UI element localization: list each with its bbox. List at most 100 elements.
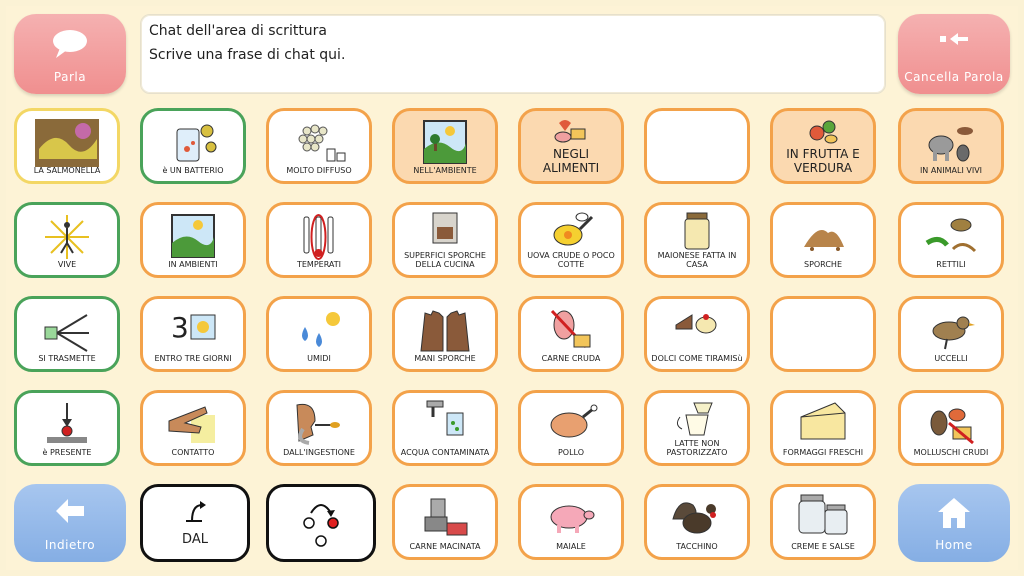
tile-dirty[interactable]: SPORCHE xyxy=(770,202,876,278)
hand-touch-icon xyxy=(168,406,215,443)
shellfish-icon xyxy=(930,408,974,445)
present-here-icon xyxy=(47,403,87,443)
chat-placeholder: Scrive una frase di chat qui. xyxy=(149,47,346,63)
tile-label: IN ANIMALI VIVI xyxy=(919,166,983,175)
tile-temperate[interactable]: TEMPERATI xyxy=(266,202,372,278)
tile-label: ACQUA CONTAMINATA xyxy=(400,448,490,457)
food-icon xyxy=(554,120,586,143)
tile-label: MOLTO DIFFUSO xyxy=(286,166,352,175)
tile-within-three-days[interactable]: 3 ENTRO TRE GIORNI xyxy=(140,296,246,372)
tile-birds[interactable]: UCCELLI xyxy=(898,296,1004,372)
tile-label: FORMAGGI FRESCHI xyxy=(782,448,864,457)
backspace-icon xyxy=(940,33,968,45)
milk-jug-icon xyxy=(676,402,713,436)
tile-homemade-mayo[interactable]: MAIONESE FATTA IN CASA xyxy=(644,202,750,278)
tile-bacterium[interactable]: è UN BATTERIO xyxy=(140,108,246,184)
lives-sun-figure-icon xyxy=(45,215,89,259)
tile-label: MOLLUSCHI CRUDI xyxy=(913,448,989,457)
speak-label: Parla xyxy=(53,70,87,84)
water-tap-icon xyxy=(426,400,464,436)
tile-label: è PRESENTE xyxy=(42,448,92,457)
tile-raw-shellfish[interactable]: MOLLUSCHI CRUDI xyxy=(898,390,1004,466)
tile-environment[interactable]: NELL'AMBIENTE xyxy=(392,108,498,184)
kitchen-surface-icon xyxy=(432,212,458,244)
tile-in-environments[interactable]: IN AMBIENTI xyxy=(140,202,246,278)
tile-label: TEMPERATI xyxy=(296,260,342,269)
home-icon xyxy=(938,498,970,528)
tile-label: è UN BATTERIO xyxy=(162,166,224,175)
home-label: Home xyxy=(935,538,973,552)
curved-arrow-icon xyxy=(186,501,206,522)
raw-meat-icon xyxy=(550,309,591,349)
turkey-icon xyxy=(672,502,716,534)
tile-raw-meat[interactable]: CARNE CRUDA xyxy=(518,296,624,372)
back-label: Indietro xyxy=(44,538,96,552)
pig-icon xyxy=(550,505,595,533)
tile-contact[interactable]: CONTATTO xyxy=(140,390,246,466)
tile-creams-sauces[interactable]: CREME E SALSE xyxy=(770,484,876,560)
tile-in-food[interactable]: NEGLI ALIMENTI xyxy=(518,108,624,184)
tile-ingestion[interactable]: DALL'INGESTIONE xyxy=(266,390,372,466)
arrow-left-icon xyxy=(56,499,84,523)
tile-salmonella[interactable]: LA SALMONELLA xyxy=(14,108,120,184)
animals-icon xyxy=(928,127,973,162)
tile-reptiles[interactable]: RETTILI xyxy=(898,202,1004,278)
tile-live-animals[interactable]: IN ANIMALI VIVI xyxy=(898,108,1004,184)
tile-from[interactable]: DAL xyxy=(140,484,250,562)
tile-humid[interactable]: UMIDI xyxy=(266,296,372,372)
tile-desserts[interactable]: DOLCI COME TIRAMISù xyxy=(644,296,750,372)
svg-text:3: 3 xyxy=(171,311,189,344)
tile-fruit-vegetables[interactable]: IN FRUTTA E VERDURA xyxy=(770,108,876,184)
tile-widespread[interactable]: MOLTO DIFFUSO xyxy=(266,108,372,184)
tile-transfer[interactable] xyxy=(266,484,376,562)
jars-icon xyxy=(798,494,848,535)
tile-label: SPORCHE xyxy=(803,260,842,269)
tile-is-present[interactable]: è PRESENTE xyxy=(14,390,120,466)
tile-raw-eggs[interactable]: UOVA CRUDE O POCO COTTE xyxy=(518,202,624,278)
tile-chicken[interactable]: POLLO xyxy=(518,390,624,466)
tile-dirty-kitchen-surfaces[interactable]: SUPERFICI SPORCHE DELLA CUCINA xyxy=(392,202,498,278)
tile-label: MAIALE xyxy=(556,542,586,551)
chat-text-area[interactable]: Chat dell'area di scrittura Scrive una f… xyxy=(140,14,886,94)
landscape-icon xyxy=(171,214,215,258)
fruit-vegetables-icon xyxy=(809,120,838,144)
tile-fresh-cheese[interactable]: FORMAGGI FRESCHI xyxy=(770,390,876,466)
tile-label: CREME E SALSE xyxy=(791,542,855,551)
bacteria-jar-icon xyxy=(176,124,217,162)
tile-turkey[interactable]: TACCHINO xyxy=(644,484,750,560)
tile-transmits[interactable]: SI TRASMETTE xyxy=(14,296,120,372)
tile-label: DOLCI COME TIRAMISù xyxy=(651,354,743,363)
roast-chicken-icon xyxy=(550,404,598,438)
tile-label: IN AMBIENTI xyxy=(168,260,218,269)
tile-label: UCCELLI xyxy=(934,354,968,363)
fried-egg-pan-icon xyxy=(553,212,594,246)
mayonnaise-jar-icon xyxy=(684,212,710,250)
cheese-wedge-icon xyxy=(800,402,846,440)
tile-empty-1[interactable] xyxy=(644,108,750,184)
many-dots-icon xyxy=(298,124,346,162)
meat-grinder-icon xyxy=(424,498,468,536)
tile-dirty-hands[interactable]: MANI SPORCHE xyxy=(392,296,498,372)
tile-label: UOVA CRUDE O POCO COTTE xyxy=(527,251,615,269)
tile-lives[interactable]: VIVE xyxy=(14,202,120,278)
landscape-icon xyxy=(423,120,467,164)
tile-label: TACCHINO xyxy=(676,542,718,551)
tile-label: IN FRUTTA E VERDURA xyxy=(786,147,860,175)
speak-button[interactable]: Parla xyxy=(14,14,126,94)
desserts-icon xyxy=(675,314,717,334)
tile-label: MANI SPORCHE xyxy=(414,354,476,363)
tile-raw-milk[interactable]: LATTE NON PASTORIZZATO xyxy=(644,390,750,466)
speech-bubble-icon xyxy=(53,30,87,58)
clear-word-button[interactable]: Cancella Parola xyxy=(898,14,1010,94)
tile-contaminated-water[interactable]: ACQUA CONTAMINATA xyxy=(392,390,498,466)
tile-empty-2[interactable] xyxy=(770,296,876,372)
back-button[interactable]: Indietro xyxy=(14,484,126,562)
tile-pork[interactable]: MAIALE xyxy=(518,484,624,560)
home-button[interactable]: Home xyxy=(898,484,1010,562)
dirty-hands-icon xyxy=(420,310,470,352)
tile-minced-meat[interactable]: CARNE MACINATA xyxy=(392,484,498,560)
tile-label: LA SALMONELLA xyxy=(33,166,101,175)
bird-icon xyxy=(932,316,975,350)
dirt-pile-icon xyxy=(804,230,844,251)
tile-label: CONTATTO xyxy=(171,448,215,457)
